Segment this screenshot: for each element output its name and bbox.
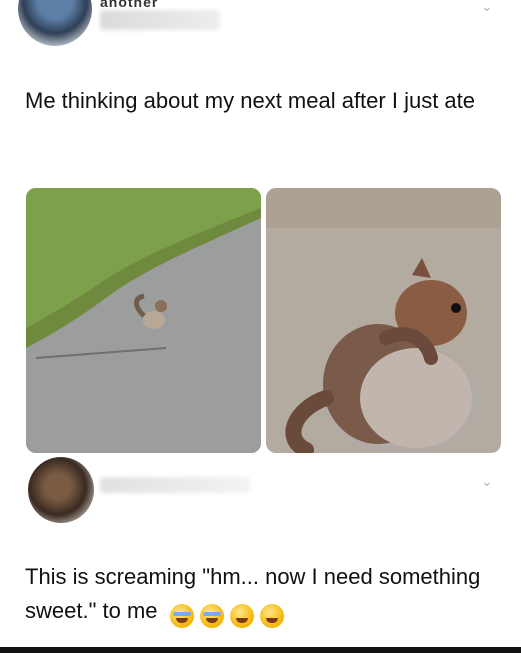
blurred-author-name: [100, 10, 220, 30]
photo-fat-squirrel[interactable]: [266, 188, 501, 453]
chevron-down-icon[interactable]: ⌄: [481, 0, 495, 14]
crying-laughing-face-icon: [169, 604, 194, 629]
author-name-fragment[interactable]: another: [100, 0, 158, 10]
avatar[interactable]: [28, 457, 94, 523]
grinning-squinting-face-icon: [259, 604, 284, 629]
chevron-down-icon[interactable]: ⌄: [481, 473, 495, 489]
squirrel-on-path-image: [26, 188, 261, 453]
crying-laughing-face-icon: [199, 604, 224, 629]
post: another ⌄ Me thinking about my next meal…: [0, 0, 521, 460]
blurred-commenter-name: [100, 477, 250, 493]
grinning-squinting-face-icon: [229, 604, 254, 629]
photo-grid: [26, 188, 501, 453]
comment-text: This is screaming "hm... now I need some…: [25, 560, 501, 632]
emoji-group: [169, 598, 290, 632]
post-text: Me thinking about my next meal after I j…: [25, 88, 476, 113]
photo-squirrel-on-path[interactable]: [26, 188, 261, 453]
avatar[interactable]: [18, 0, 92, 46]
bottom-bar: [0, 647, 521, 653]
fat-squirrel-image: [266, 188, 501, 453]
comment: ⌄ This is screaming "hm... now I need so…: [0, 455, 521, 647]
